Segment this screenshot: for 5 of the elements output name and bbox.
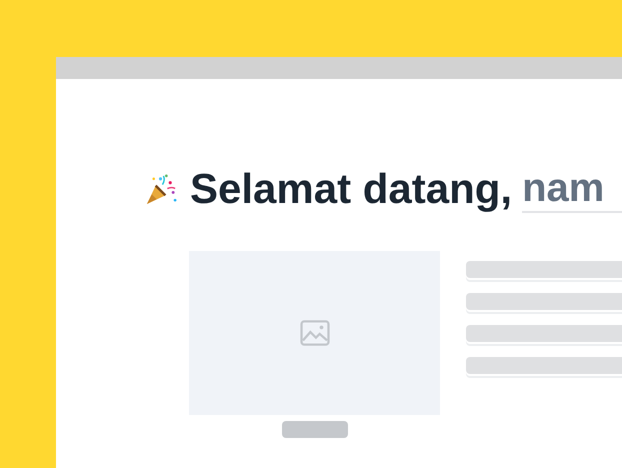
image-icon [300, 320, 330, 346]
greeting-text: Selamat datang, [190, 165, 512, 213]
name-field: nam [522, 165, 622, 213]
button-placeholder [282, 421, 348, 438]
party-popper-icon [145, 172, 178, 206]
